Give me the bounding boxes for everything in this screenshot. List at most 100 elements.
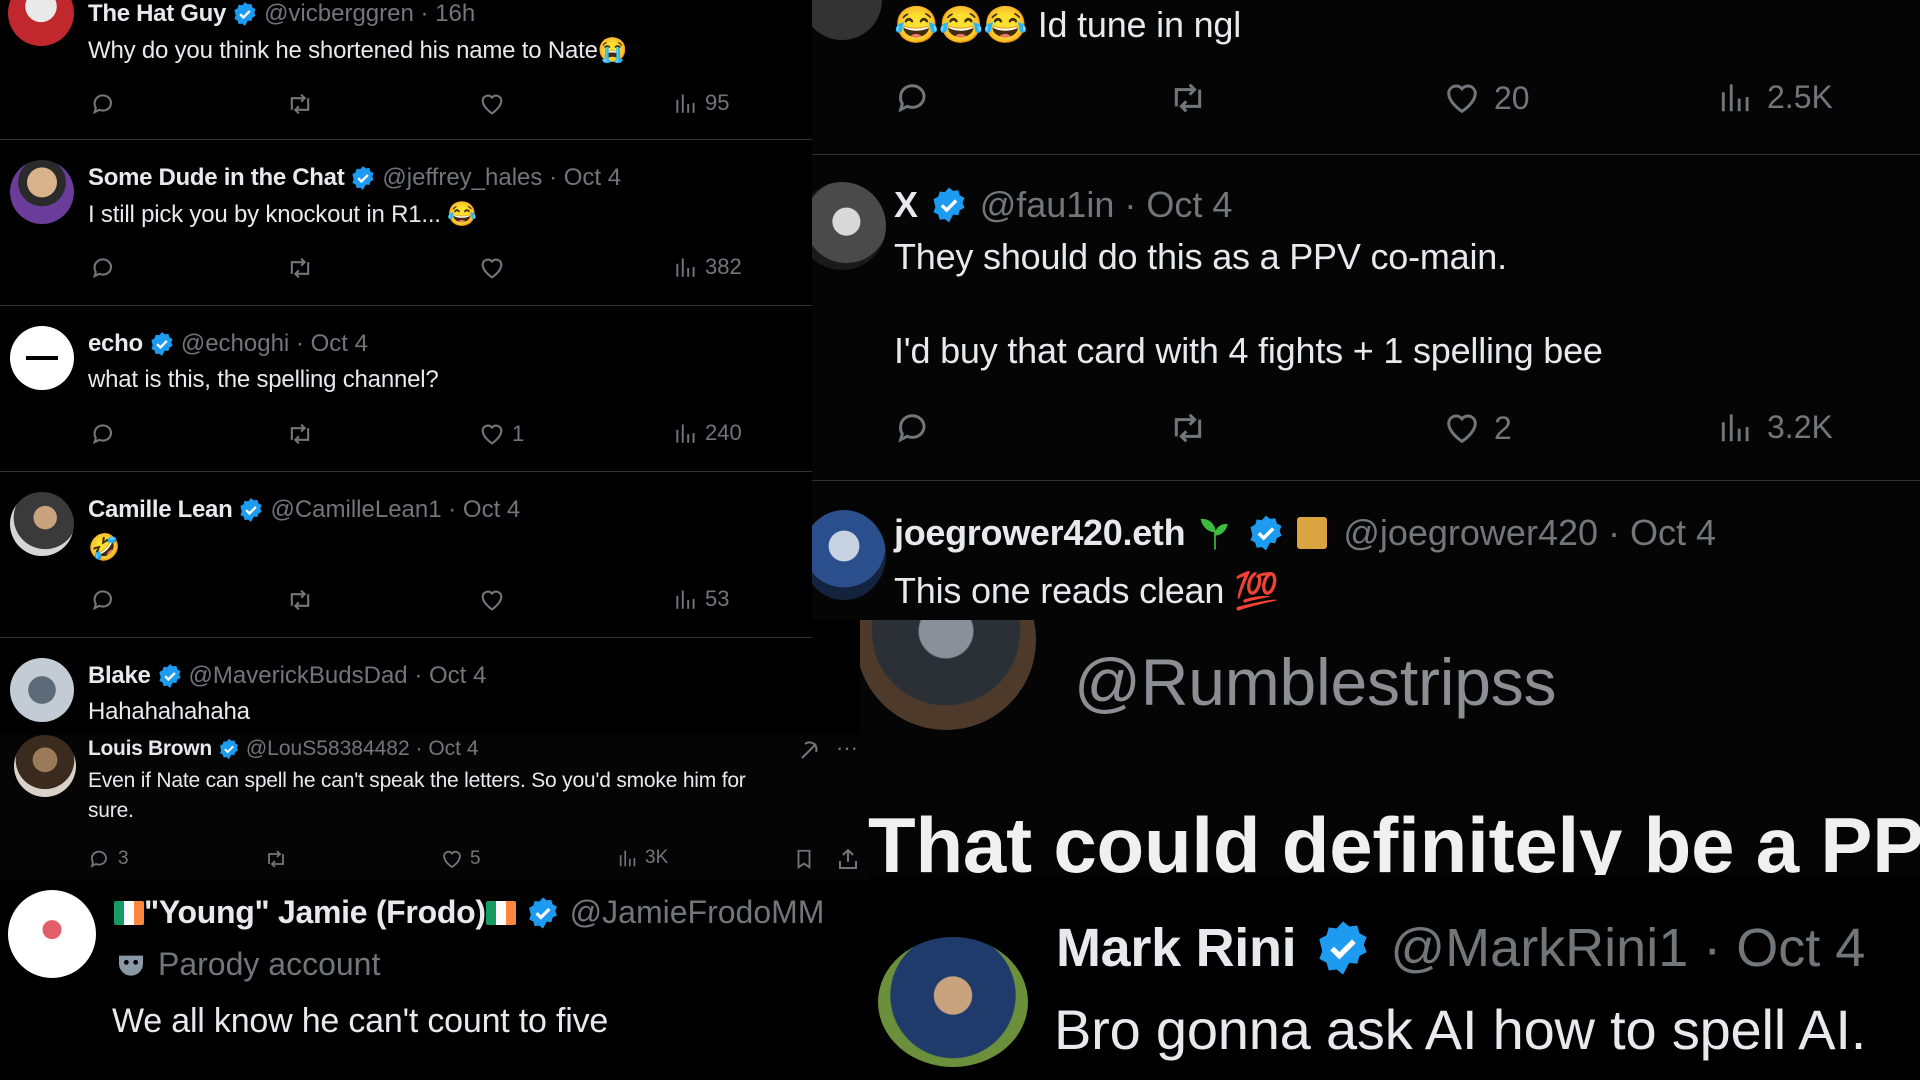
- share-icon[interactable]: [836, 847, 860, 871]
- timestamp[interactable]: Oct 4: [1146, 184, 1232, 226]
- affiliate-badge-icon: [1297, 517, 1328, 549]
- reply-button[interactable]: [90, 586, 118, 614]
- handle[interactable]: @CamilleLean1: [270, 496, 441, 524]
- reply-button[interactable]: [90, 254, 118, 282]
- display-name[interactable]: Camille Lean: [88, 496, 233, 524]
- like-button[interactable]: 20: [1442, 78, 1530, 118]
- handle[interactable]: @fau1in: [980, 184, 1115, 226]
- display-name[interactable]: Mark Rini: [1056, 917, 1297, 979]
- bookmark-icon[interactable]: [793, 847, 815, 871]
- avatar[interactable]: [8, 890, 96, 978]
- avatar[interactable]: [812, 182, 886, 270]
- more-options-icon[interactable]: ···: [836, 735, 858, 761]
- verified-badge-icon: [1319, 921, 1368, 975]
- display-name[interactable]: The Hat Guy: [88, 0, 226, 28]
- like-button[interactable]: [478, 90, 506, 118]
- handle[interactable]: @Rumblestripss: [1074, 644, 1557, 720]
- avatar[interactable]: [10, 658, 74, 722]
- avatar[interactable]: [10, 326, 74, 390]
- heart-icon: [481, 424, 503, 445]
- bar-chart-icon: [1721, 84, 1749, 112]
- handle[interactable]: @vicberggren: [264, 0, 414, 28]
- retweet-button[interactable]: [263, 847, 289, 871]
- timestamp[interactable]: Oct 4: [1736, 917, 1865, 979]
- handle[interactable]: @echoghi: [181, 330, 289, 358]
- avatar[interactable]: [8, 0, 74, 46]
- views-button[interactable]: 2.5K: [1717, 78, 1833, 116]
- handle[interactable]: @joegrower420: [1343, 512, 1598, 554]
- display-name[interactable]: Louis Brown: [88, 737, 212, 761]
- display-name[interactable]: Blake: [88, 662, 151, 690]
- views-button[interactable]: 95: [673, 90, 729, 116]
- retweet-button[interactable]: [285, 90, 315, 118]
- mark-rini-tweet: Mark Rini @MarkRini1 · Oct 4 Bro gonna a…: [870, 875, 1920, 1080]
- avatar[interactable]: [878, 937, 1028, 1067]
- retweet-button[interactable]: [1166, 78, 1210, 118]
- handle[interactable]: @MarkRini1: [1390, 917, 1688, 979]
- avatar[interactable]: [10, 492, 74, 556]
- handle[interactable]: @MaverickBudsDad: [189, 662, 408, 690]
- timestamp[interactable]: Oct 4: [564, 164, 621, 192]
- like-button[interactable]: [478, 254, 506, 282]
- like-button[interactable]: 1: [478, 420, 524, 448]
- tweet-text-line1: Even if Nate can spell he can't speak th…: [88, 769, 746, 792]
- verified-badge-icon: [158, 664, 181, 688]
- timestamp[interactable]: Oct 4: [429, 662, 486, 690]
- tweet-header: Mark Rini @MarkRini1 · Oct 4: [1056, 917, 1866, 979]
- display-name[interactable]: echo: [88, 330, 143, 358]
- like-button[interactable]: 5: [440, 847, 481, 871]
- jamie-frodo-tweet: "Young" Jamie (Frodo) @JamieFrodoMM Paro…: [0, 880, 870, 1080]
- hundred-points-emoji: 💯: [1234, 570, 1279, 611]
- timestamp[interactable]: Oct 4: [1630, 512, 1716, 554]
- like-button[interactable]: 2: [1442, 408, 1512, 448]
- retweet-icon: [268, 850, 284, 868]
- display-name[interactable]: X: [894, 184, 918, 226]
- tweet-text-line2: I'd buy that card with 4 fights + 1 spel…: [894, 330, 1603, 371]
- display-name[interactable]: Some Dude in the Chat: [88, 164, 345, 192]
- reply-button[interactable]: [894, 78, 934, 118]
- verified-badge-icon: [1250, 515, 1282, 551]
- views-button[interactable]: 53: [673, 586, 729, 612]
- reply-icon: [898, 414, 926, 443]
- reply-button[interactable]: [894, 408, 934, 448]
- laughing-emoji: 😂: [447, 201, 477, 228]
- like-button[interactable]: [478, 586, 506, 614]
- timestamp[interactable]: Oct 4: [311, 330, 368, 358]
- retweet-button[interactable]: [285, 254, 315, 282]
- retweet-button[interactable]: [1166, 408, 1210, 448]
- divider: [0, 471, 812, 472]
- reply-button[interactable]: [90, 90, 118, 118]
- tweet-header: Blake @MaverickBudsDad · Oct 4: [88, 662, 487, 690]
- reply-button[interactable]: [90, 420, 118, 448]
- tweet-text: Why do you think he shortened his name t…: [88, 37, 628, 64]
- avatar[interactable]: [14, 735, 76, 797]
- avatar[interactable]: [812, 510, 886, 600]
- retweet-button[interactable]: [285, 420, 315, 448]
- bar-chart-icon: [676, 94, 695, 113]
- display-name[interactable]: joegrower420.eth: [894, 512, 1186, 554]
- rofl-emoji: 🤣: [88, 532, 121, 562]
- handle[interactable]: @jeffrey_hales: [382, 164, 542, 192]
- ireland-flag-icon: [114, 900, 144, 925]
- views-button[interactable]: 382: [673, 254, 742, 280]
- avatar[interactable]: [10, 160, 74, 224]
- grok-icon[interactable]: [797, 739, 821, 763]
- timestamp[interactable]: Oct 4: [463, 496, 520, 524]
- handle[interactable]: @LouS58384482: [246, 737, 410, 761]
- views-button[interactable]: 240: [673, 420, 742, 446]
- avatar[interactable]: [812, 0, 882, 40]
- handle[interactable]: @JamieFrodoMM: [570, 894, 825, 931]
- avatar[interactable]: [860, 620, 1036, 730]
- timestamp[interactable]: Oct 4: [428, 737, 478, 761]
- display-name[interactable]: "Young" Jamie (Frodo): [144, 894, 486, 931]
- reply-icon: [90, 850, 107, 868]
- retweet-button[interactable]: [285, 586, 315, 614]
- timestamp[interactable]: 16h: [435, 0, 475, 28]
- reply-icon: [93, 258, 113, 279]
- tweet-text: I still pick you by knockout in R1... 😂: [88, 201, 477, 228]
- tweet-text: 🤣: [88, 532, 120, 563]
- views-button[interactable]: 3.2K: [1717, 408, 1833, 446]
- seedling-icon: [1200, 518, 1229, 550]
- views-button[interactable]: 3K: [617, 847, 668, 869]
- reply-button[interactable]: 3: [88, 847, 129, 871]
